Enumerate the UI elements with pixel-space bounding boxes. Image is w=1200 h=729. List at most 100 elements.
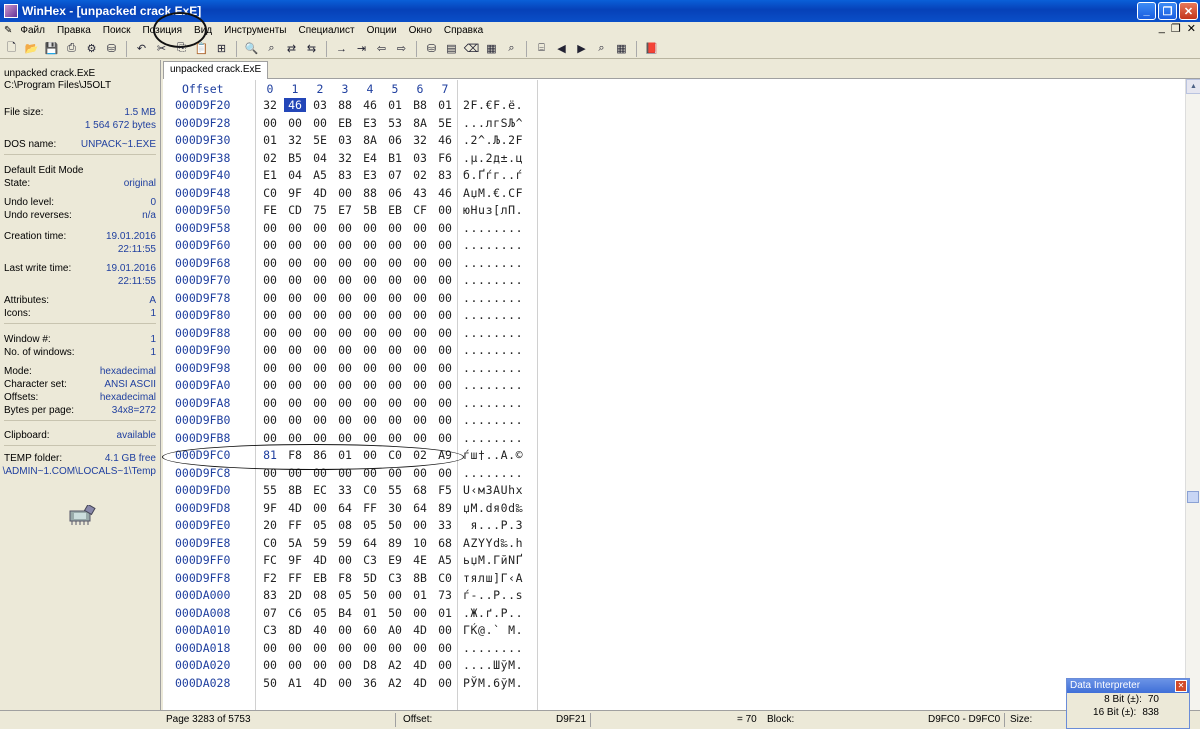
hex-byte[interactable]: FF <box>284 571 306 585</box>
hex-byte[interactable]: 00 <box>309 308 331 322</box>
paste-icon[interactable]: 📋 <box>193 40 210 57</box>
hex-byte[interactable]: 00 <box>359 308 381 322</box>
row-text[interactable]: б.Ґѓг..ѓ <box>463 168 523 182</box>
hex-byte[interactable]: 00 <box>334 431 356 445</box>
find-text-icon[interactable]: 🔍 <box>243 40 260 57</box>
hex-byte[interactable]: 00 <box>409 518 431 532</box>
hex-byte[interactable]: 00 <box>359 361 381 375</box>
hex-byte[interactable]: 32 <box>409 133 431 147</box>
hex-byte[interactable]: A1 <box>284 676 306 690</box>
hex-byte[interactable]: 4D <box>309 553 331 567</box>
row-text[interactable]: U‹м3АUhх <box>463 483 523 497</box>
hex-byte[interactable]: 00 <box>434 273 456 287</box>
row-text[interactable]: ........ <box>463 326 523 340</box>
row-text[interactable]: ........ <box>463 466 523 480</box>
hex-byte[interactable]: 00 <box>334 326 356 340</box>
hex-byte[interactable]: C0 <box>259 186 281 200</box>
menu-file[interactable]: Файл <box>14 25 51 36</box>
hex-byte[interactable]: 46 <box>434 186 456 200</box>
hex-byte[interactable]: 00 <box>334 308 356 322</box>
row-text[interactable]: ьџM.ГйNҐ <box>463 553 523 567</box>
hex-byte[interactable]: 8D <box>284 623 306 637</box>
hex-byte[interactable]: 00 <box>359 273 381 287</box>
hex-row[interactable]: 000DA010 C3 8D 40 00 60 A0 4D 00 ГЌ@.` M. <box>163 623 543 641</box>
hex-byte[interactable]: EC <box>309 483 331 497</box>
grid-icon[interactable]: ▦ <box>613 40 630 57</box>
hex-byte[interactable]: E3 <box>359 116 381 130</box>
hex-byte[interactable]: 4D <box>309 186 331 200</box>
hex-byte[interactable]: 64 <box>334 501 356 515</box>
hex-byte[interactable]: 00 <box>409 606 431 620</box>
hex-byte[interactable]: 01 <box>409 588 431 602</box>
hex-byte[interactable]: 00 <box>309 221 331 235</box>
row-text[interactable]: ........ <box>463 361 523 375</box>
hex-view[interactable]: Offset 0 1 2 3 4 5 6 7 000D9F20 32 46 03 88 4… <box>163 80 1185 710</box>
hex-byte[interactable]: 32 <box>284 133 306 147</box>
hex-byte[interactable]: 00 <box>284 378 306 392</box>
hex-row[interactable]: 000D9FF0 FC 9F 4D 00 C3 E9 4E A5 ьџM.ГйNҐ <box>163 553 543 571</box>
hex-byte[interactable]: 00 <box>259 273 281 287</box>
hex-byte[interactable]: 04 <box>284 168 306 182</box>
disk-editor-icon[interactable]: ⛁ <box>423 40 440 57</box>
hex-row[interactable]: 000D9F48 C0 9F 4D 00 88 06 43 46 АџM.€.CF <box>163 186 543 204</box>
row-text[interactable]: 2F.€F.ё. <box>463 98 523 112</box>
hex-row[interactable]: 000D9F98 00 00 00 00 00 00 00 00........ <box>163 361 543 379</box>
hex-byte[interactable]: 00 <box>409 466 431 480</box>
hex-byte[interactable]: 9F <box>284 186 306 200</box>
hex-byte[interactable]: 4D <box>409 676 431 690</box>
hex-row[interactable]: 000D9F60 00 00 00 00 00 00 00 00........ <box>163 238 543 256</box>
hex-byte[interactable]: 00 <box>334 256 356 270</box>
hex-byte[interactable]: 00 <box>309 658 331 672</box>
hex-byte[interactable]: 00 <box>309 116 331 130</box>
open-disk-icon[interactable]: ⛁ <box>103 40 120 57</box>
hex-byte[interactable]: E3 <box>359 168 381 182</box>
menu-edit[interactable]: Правка <box>51 25 97 36</box>
hex-byte[interactable]: 8B <box>409 571 431 585</box>
hex-byte[interactable]: 00 <box>409 361 431 375</box>
hex-byte[interactable]: 00 <box>284 396 306 410</box>
hex-byte[interactable]: 00 <box>384 413 406 427</box>
hex-byte[interactable]: 00 <box>434 378 456 392</box>
hex-byte[interactable]: D8 <box>359 658 381 672</box>
hex-byte[interactable]: 4D <box>409 658 431 672</box>
row-text[interactable]: ........ <box>463 413 523 427</box>
properties-icon[interactable]: ⚙ <box>83 40 100 57</box>
hex-byte[interactable]: 20 <box>259 518 281 532</box>
row-text[interactable]: .2^.Љ.2F <box>463 133 523 147</box>
hex-byte[interactable]: 01 <box>384 98 406 112</box>
hex-byte[interactable]: 00 <box>259 658 281 672</box>
hex-byte[interactable]: EB <box>334 116 356 130</box>
hex-byte[interactable]: 00 <box>334 413 356 427</box>
hex-byte[interactable]: 4D <box>284 501 306 515</box>
row-text[interactable]: ........ <box>463 343 523 357</box>
print-icon[interactable]: ⎙ <box>63 40 80 57</box>
hex-byte[interactable]: 00 <box>259 291 281 305</box>
hex-byte[interactable]: A5 <box>434 553 456 567</box>
hex-byte[interactable]: 05 <box>359 518 381 532</box>
hex-byte[interactable]: 00 <box>384 396 406 410</box>
cut-icon[interactable]: ✂ <box>153 40 170 57</box>
minimize-button[interactable]: _ <box>1137 2 1156 20</box>
hex-byte[interactable]: 00 <box>259 641 281 655</box>
menu-help[interactable]: Справка <box>438 25 489 36</box>
hex-byte[interactable]: 68 <box>434 536 456 550</box>
hex-byte[interactable]: 00 <box>309 431 331 445</box>
hex-byte[interactable]: 32 <box>259 98 281 112</box>
row-text[interactable]: тялш]Г‹А <box>463 571 523 585</box>
row-text[interactable]: ........ <box>463 273 523 287</box>
hex-byte[interactable]: 04 <box>309 151 331 165</box>
hex-byte[interactable]: 00 <box>434 361 456 375</box>
hex-byte[interactable]: E7 <box>334 203 356 217</box>
hex-byte[interactable]: 00 <box>434 203 456 217</box>
hex-byte[interactable]: 06 <box>384 186 406 200</box>
hex-byte[interactable]: 8B <box>284 483 306 497</box>
hex-byte[interactable]: 46 <box>284 98 306 112</box>
hex-byte[interactable]: 50 <box>384 518 406 532</box>
row-text[interactable]: АZYYd‰.h <box>463 536 523 550</box>
hex-byte[interactable]: 00 <box>409 238 431 252</box>
hex-byte[interactable]: 00 <box>259 308 281 322</box>
hex-byte[interactable]: 73 <box>434 588 456 602</box>
hex-byte[interactable]: 00 <box>284 413 306 427</box>
row-text[interactable]: ........ <box>463 256 523 270</box>
hex-byte[interactable]: 00 <box>409 291 431 305</box>
